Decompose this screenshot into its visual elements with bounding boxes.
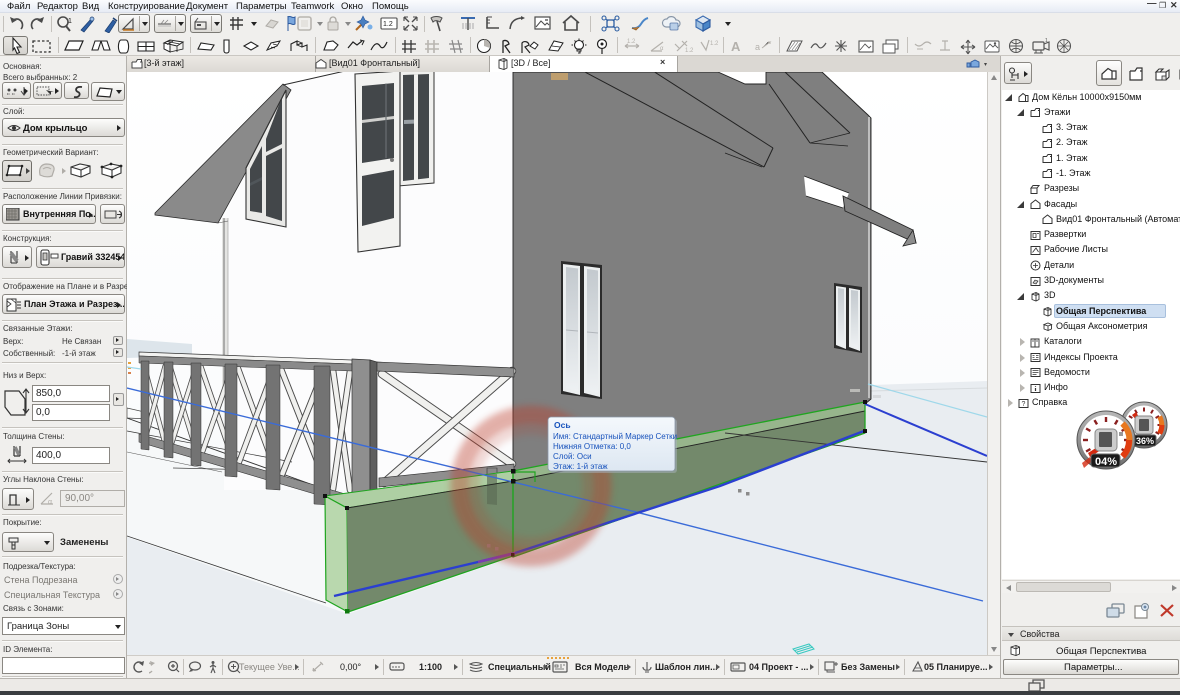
svg-text:04%: 04%: [1095, 456, 1117, 468]
svg-text:1: 1: [1045, 38, 1048, 44]
svg-text:Нижняя Отметка: 0,0: Нижняя Отметка: 0,0: [553, 442, 631, 451]
svg-text:Имя: Стандартный Маркер Сетки: Имя: Стандартный Маркер Сетки: [553, 432, 677, 441]
svg-text:36%: 36%: [1136, 436, 1154, 446]
svg-text:a: a: [755, 42, 760, 52]
svg-text:1.2: 1.2: [383, 21, 393, 28]
svg-text:1.2: 1.2: [685, 48, 693, 54]
svg-text:α: α: [660, 46, 664, 52]
svg-text:Слой: Оси: Слой: Оси: [553, 452, 592, 461]
svg-text:1.2: 1.2: [710, 41, 718, 47]
svg-text:α: α: [48, 499, 52, 506]
svg-text:1.2: 1.2: [627, 39, 636, 45]
svg-text:Этаж: 1-й этаж: Этаж: 1-й этаж: [553, 462, 608, 471]
svg-text:A: A: [731, 39, 741, 54]
svg-text:1: 1: [68, 18, 72, 25]
svg-text:Ось: Ось: [554, 420, 571, 430]
svg-text:?: ?: [1022, 401, 1026, 408]
